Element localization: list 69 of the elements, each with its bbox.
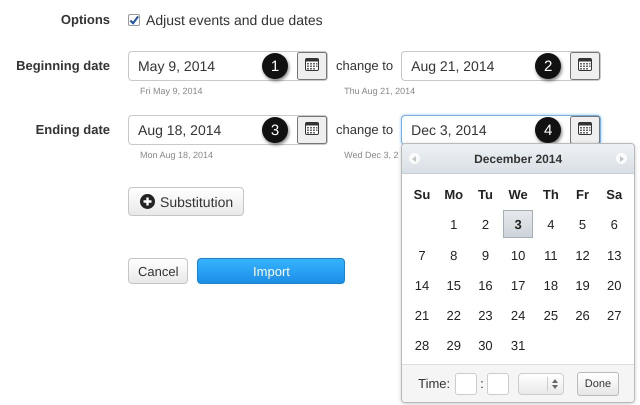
add-substitution-button[interactable]: Substitution [128,187,244,216]
plus-icon [140,194,155,209]
day-cell[interactable]: 10 [503,242,534,268]
weekday-label: We [508,186,529,204]
done-button[interactable]: Done [576,372,620,396]
day-cell[interactable]: 19 [568,272,596,298]
day-cell[interactable]: 20 [600,272,628,298]
field-label: Beginning date [15,57,110,75]
day-cell[interactable]: 7 [408,242,436,268]
checkbox-label: Adjust events and due dates [146,12,323,28]
date-hint: Wed Dec 3, 2 [344,150,398,160]
day-cell[interactable]: 17 [503,272,534,298]
day-cell[interactable]: 26 [568,302,596,328]
day-cell[interactable]: 22 [440,302,468,328]
time-separator: : [480,376,484,391]
month-title: December 2014 [474,152,562,166]
day-cell[interactable]: 28 [408,332,436,358]
time-label: Time: [418,376,450,391]
weekday-label: Mo [443,186,464,204]
day-cell[interactable]: 18 [537,272,565,298]
day-cell[interactable]: 12 [568,242,596,268]
day-cell[interactable]: 29 [440,332,468,358]
weekday-label: Th [542,186,560,204]
calendar-button[interactable] [570,116,600,144]
day-cell[interactable]: 4 [537,210,565,238]
ampm-select[interactable] [518,372,564,394]
day-cell[interactable]: 6 [600,210,628,238]
day-cell[interactable]: 27 [600,302,628,328]
weekday-label: Sa [605,186,624,204]
calendar-icon [305,122,319,135]
weekday-label: Su [412,186,432,204]
day-cell[interactable]: 16 [472,272,500,298]
day-cell[interactable]: 23 [472,302,500,328]
day-cell[interactable]: 5 [568,210,596,238]
day-cell[interactable]: 15 [440,272,468,298]
day-cell[interactable]: 3 [503,210,534,238]
calendar-button[interactable] [297,116,327,144]
date-hint: Fri May 9, 2014 [140,86,203,96]
day-cell[interactable]: 14 [408,272,436,298]
day-cell[interactable]: 25 [537,302,565,328]
change-to-label: change to [336,121,394,139]
right-arrow-icon [619,156,624,162]
day-cell[interactable]: 21 [408,302,436,328]
checkbox[interactable] [128,14,140,26]
left-arrow-icon [412,156,418,162]
calendar-icon [578,58,592,71]
minute-field[interactable] [486,372,509,394]
weekday-label: Tu [476,186,494,204]
day-cell[interactable]: 24 [503,302,534,328]
calendar-icon [305,58,319,71]
field-label: Options [60,11,110,29]
day-cell[interactable]: 31 [503,332,534,358]
date-hint: Thu Aug 21, 2014 [344,86,416,96]
calendar-button[interactable] [570,52,600,80]
calendar-icon [578,122,592,135]
day-cell[interactable]: 9 [472,242,500,268]
day-cell[interactable]: 8 [440,242,468,268]
hour-field[interactable] [455,372,478,394]
day-cell[interactable]: 13 [600,242,628,268]
day-cell[interactable]: 2 [472,210,500,238]
date-hint: Mon Aug 18, 2014 [140,150,214,160]
cancel-button[interactable]: Cancel [128,258,188,284]
day-cell[interactable]: 11 [537,242,565,268]
day-cell[interactable]: 30 [472,332,500,358]
weekday-label: Fr [575,186,590,204]
calendar-button[interactable] [297,52,327,80]
field-label: Ending date [34,121,110,139]
day-cell[interactable]: 1 [440,210,468,238]
change-to-label: change to [336,57,394,75]
